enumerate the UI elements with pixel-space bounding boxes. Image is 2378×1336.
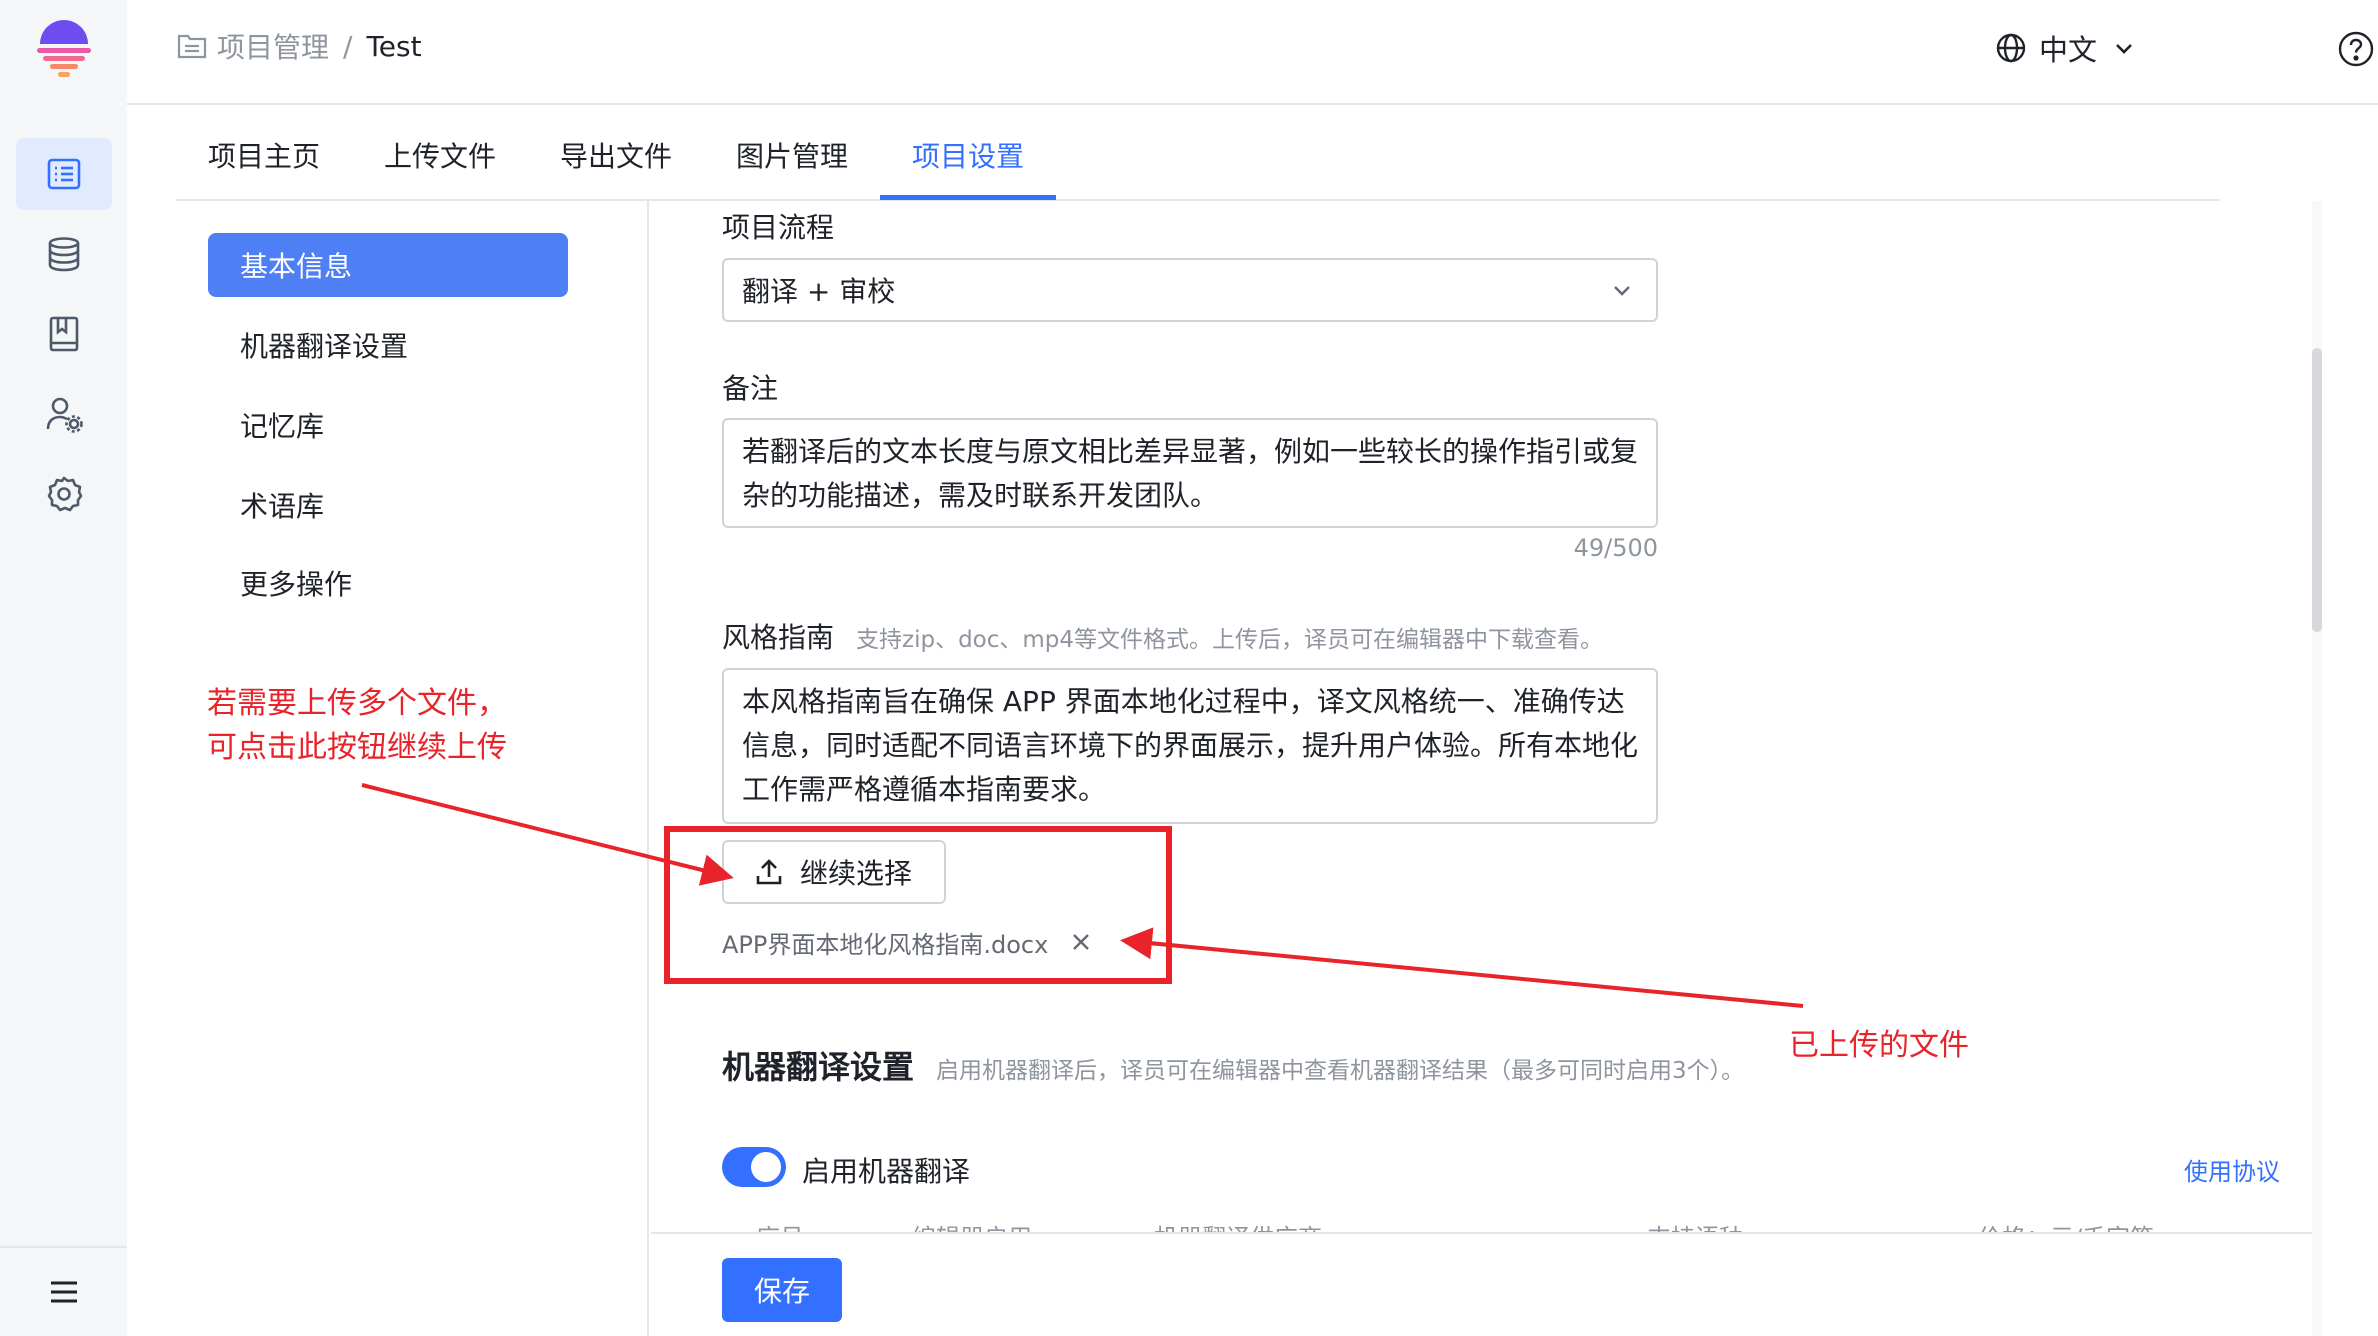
style-guide-heading: 风格指南 支持zip、doc、mp4等文件格式。上传后，译员可在编辑器中下载查看… [722, 616, 1603, 656]
enable-mt-label: 启用机器翻译 [802, 1155, 971, 1188]
enable-mt-toggle[interactable] [722, 1147, 786, 1187]
tab-image-management[interactable]: 图片管理 [736, 135, 848, 175]
globe-icon [1996, 33, 2026, 63]
workflow-select[interactable]: 翻译 + 审校 [722, 258, 1658, 322]
workflow-label: 项目流程 [722, 211, 835, 244]
language-switcher[interactable]: 中文 [1995, 28, 2135, 68]
form-footer: 保存 [651, 1232, 2314, 1336]
column-header-price: 价格：元/千字符 [1978, 1218, 2154, 1232]
column-header-index: 序号 [756, 1218, 804, 1232]
style-guide-label: 风格指南 [722, 621, 835, 654]
rail-members[interactable] [16, 378, 112, 450]
nav-translation-memory[interactable]: 记忆库 [208, 393, 568, 457]
rail-settings[interactable] [16, 458, 112, 530]
project-list-icon [47, 158, 81, 190]
book-icon [49, 316, 79, 352]
left-rail [0, 0, 127, 1336]
tab-project-settings[interactable]: 项目设置 [912, 135, 1024, 175]
hamburger-menu-icon[interactable] [48, 1276, 80, 1308]
note-char-count: 49/500 [1573, 534, 1658, 562]
tab-upload-files[interactable]: 上传文件 [384, 135, 496, 175]
database-icon [48, 237, 80, 272]
project-tabs: 项目主页 上传文件 导出文件 图片管理 项目设置 [176, 105, 2220, 201]
style-guide-hint: 支持zip、doc、mp4等文件格式。上传后，译员可在编辑器中下载查看。 [856, 627, 1604, 653]
tab-project-home[interactable]: 项目主页 [208, 135, 320, 175]
chevron-down-icon [1614, 286, 1630, 296]
style-guide-textarea[interactable]: 本风格指南旨在确保 APP 界面本地化过程中，译文风格统一、准确传达信息，同时适… [722, 668, 1658, 824]
annotation-uploaded-label: 已上传的文件 [1789, 1028, 1969, 1063]
annotation-highlight-box [664, 826, 1172, 984]
breadcrumb-root[interactable]: 项目管理 [217, 26, 329, 66]
breadcrumb: 项目管理 / Test [177, 26, 422, 66]
nav-termbase[interactable]: 术语库 [208, 473, 568, 537]
chevron-down-icon [2116, 44, 2132, 54]
top-header: 项目管理 / Test 中文 [127, 0, 2378, 105]
nav-more-actions[interactable]: 更多操作 [208, 551, 568, 615]
mt-section-heading: 机器翻译设置 启用机器翻译后，译员可在编辑器中查看机器翻译结果（最多可同时启用3… [722, 1042, 1744, 1088]
annotation-arrow-to-file [1120, 927, 1804, 1008]
active-tab-indicator [880, 195, 1056, 200]
nav-mt-settings[interactable]: 机器翻译设置 [208, 313, 568, 377]
rail-projects[interactable] [16, 138, 112, 210]
rail-database[interactable] [16, 218, 112, 290]
rail-footer [0, 1246, 127, 1336]
brand-logo-icon[interactable] [37, 20, 91, 78]
mt-section-hint: 启用机器翻译后，译员可在编辑器中查看机器翻译结果（最多可同时启用3个）。 [936, 1058, 1745, 1084]
note-label: 备注 [722, 372, 779, 405]
rail-library[interactable] [16, 298, 112, 370]
annotation-upload-hint: 若需要上传多个文件， 可点击此按钮继续上传 [207, 686, 507, 765]
scrollbar-thumb[interactable] [2312, 348, 2322, 632]
column-header-provider: 机器翻译供应商 [1154, 1218, 1322, 1232]
folder-list-icon [177, 34, 207, 59]
save-button[interactable]: 保存 [722, 1258, 842, 1322]
workflow-value: 翻译 + 审校 [742, 275, 896, 308]
note-textarea[interactable]: 若翻译后的文本长度与原文相比差异显著，例如一些较长的操作指引或复杂的功能描述，需… [722, 418, 1658, 528]
column-header-languages: 支持语种 [1647, 1218, 1743, 1232]
tab-export-files[interactable]: 导出文件 [560, 135, 672, 175]
column-header-editor-enabled: 编辑器启用 [912, 1218, 1032, 1232]
user-settings-icon [46, 397, 83, 433]
language-label: 中文 [2039, 33, 2098, 67]
breadcrumb-current: Test [366, 29, 422, 63]
mt-table-header: 序号 编辑器启用 机器翻译供应商 支持语种 价格：元/千字符 [722, 1206, 2282, 1232]
gear-icon [47, 476, 83, 512]
breadcrumb-separator: / [343, 29, 353, 63]
terms-of-use-link[interactable]: 使用协议 [2184, 1152, 2280, 1187]
help-icon[interactable] [2337, 30, 2375, 68]
mt-section-title: 机器翻译设置 [722, 1048, 915, 1086]
nav-basic-info[interactable]: 基本信息 [208, 233, 568, 297]
